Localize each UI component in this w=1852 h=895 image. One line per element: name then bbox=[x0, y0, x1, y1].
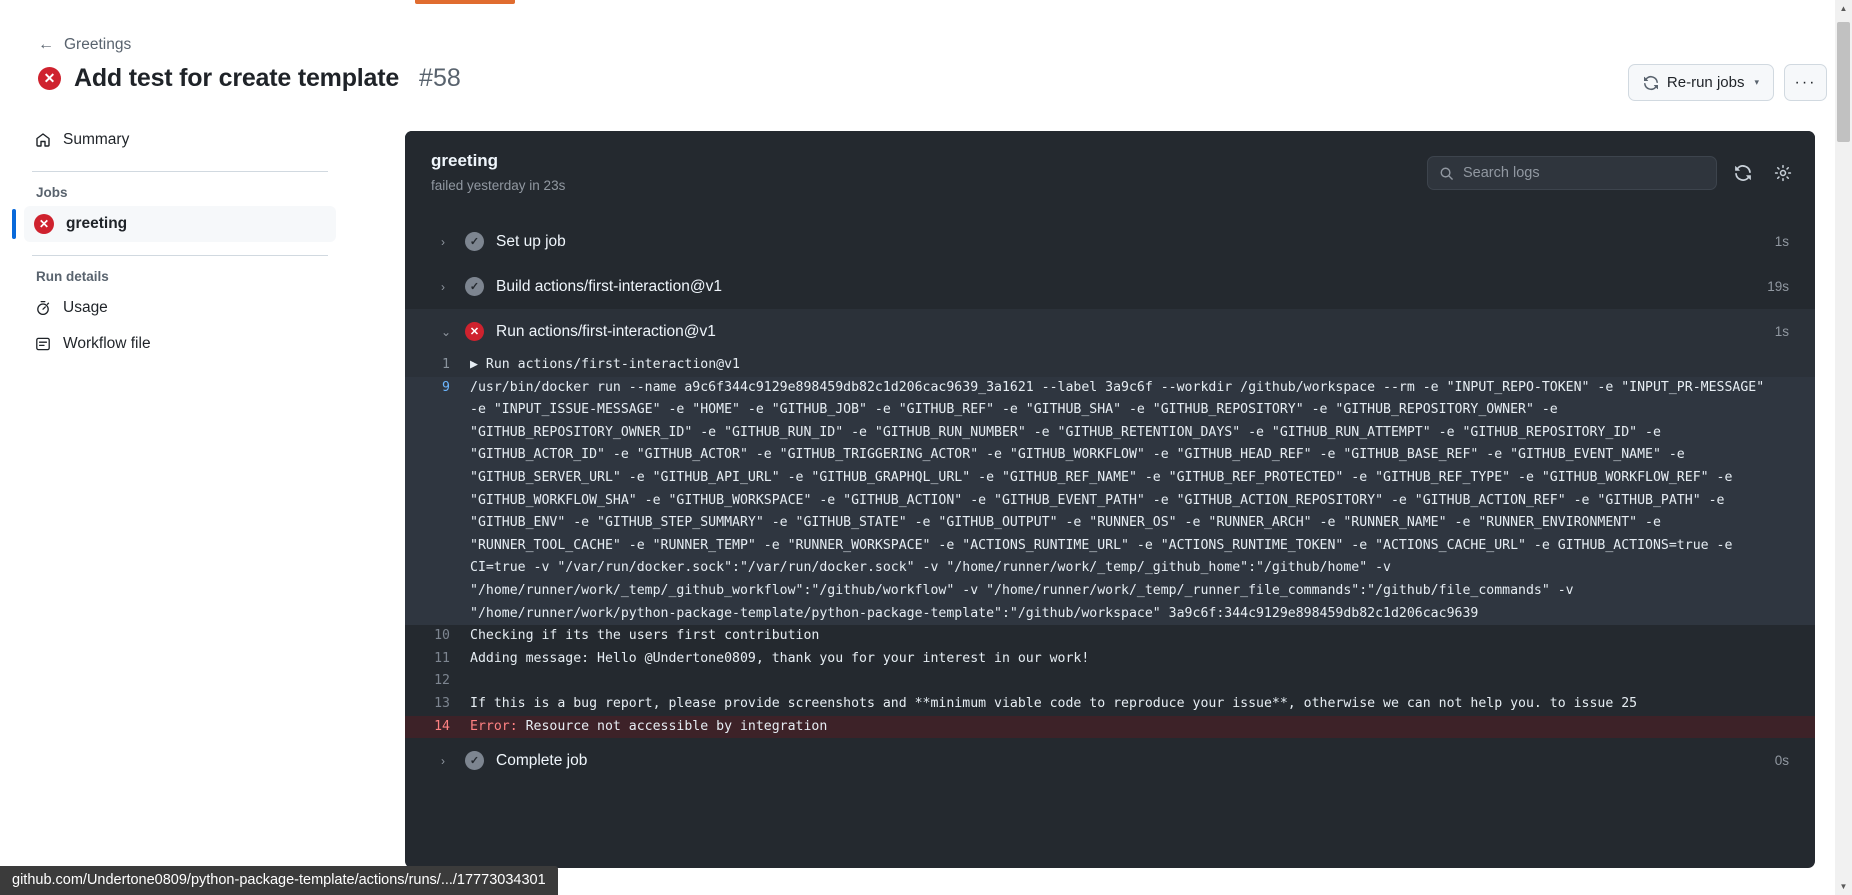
log-panel-subtitle: failed yesterday in 23s bbox=[431, 178, 566, 193]
log-line-number: 12 bbox=[434, 673, 450, 689]
step-label: Complete job bbox=[496, 751, 588, 769]
step-row[interactable]: › ✓ Complete job 0s bbox=[405, 738, 1815, 783]
log-line-number: 11 bbox=[434, 650, 450, 666]
search-logs-input[interactable] bbox=[1463, 165, 1705, 181]
breadcrumb[interactable]: ← Greetings bbox=[38, 36, 131, 54]
page-header: ← Greetings ✕ Add test for create templa… bbox=[0, 6, 1852, 110]
page-scrollbar[interactable]: ▲ ▼ bbox=[1835, 0, 1852, 895]
gear-icon[interactable] bbox=[1769, 159, 1797, 187]
step-success-icon: ✓ bbox=[465, 232, 484, 251]
log-line-text: If this is a bug report, please provide … bbox=[470, 695, 1638, 711]
log-line-text: Adding message: Hello @Undertone0809, th… bbox=[470, 650, 1090, 666]
home-icon bbox=[34, 132, 51, 149]
workflow-file-icon bbox=[34, 336, 51, 353]
step-duration: 1s bbox=[1774, 324, 1789, 339]
steps-container: › ✓ Set up job 1s › ✓ Build actions/first-inte… bbox=[405, 219, 1815, 783]
run-title-row: ✕ Add test for create template #58 bbox=[38, 64, 461, 93]
step-duration: 1s bbox=[1774, 234, 1789, 249]
log-line-text: Checking if its the users first contribu… bbox=[470, 628, 820, 644]
search-icon bbox=[1439, 166, 1454, 181]
sidebar-item-summary-label: Summary bbox=[63, 131, 130, 148]
run-status-failure-icon: ✕ bbox=[38, 67, 61, 90]
page-title: Add test for create template bbox=[74, 64, 400, 92]
scroll-down-arrow[interactable]: ▼ bbox=[1835, 878, 1852, 895]
sidebar-divider-1 bbox=[32, 171, 328, 172]
status-bar-url: github.com/Undertone0809/python-package-… bbox=[0, 866, 558, 895]
stopwatch-icon bbox=[34, 300, 51, 317]
sidebar-item-job-label: greeting bbox=[66, 215, 128, 232]
sidebar-heading-run-details: Run details bbox=[36, 269, 109, 284]
log-line-number: 9 bbox=[442, 379, 450, 395]
step-duration: 19s bbox=[1767, 279, 1789, 294]
step-duration: 0s bbox=[1774, 753, 1789, 769]
chevron-right-icon: › bbox=[441, 753, 445, 768]
log-line-number: 13 bbox=[434, 695, 450, 711]
log-line-text bbox=[470, 670, 1789, 693]
log-line: 11 Adding message: Hello @Undertone0809, … bbox=[405, 648, 1815, 671]
step-row[interactable]: › ✓ Set up job 1s bbox=[405, 219, 1815, 264]
step-label: Build actions/first-interaction@v1 bbox=[496, 277, 722, 295]
log-line: 14 Error: Resource not accessible by inte… bbox=[405, 715, 1815, 739]
sidebar-item-workflow-file[interactable]: Workflow file bbox=[24, 326, 336, 362]
scrollbar-thumb[interactable] bbox=[1837, 22, 1850, 142]
sidebar-item-summary[interactable]: Summary bbox=[24, 122, 336, 158]
log-line-number: 14 bbox=[434, 718, 450, 734]
sidebar-item-job-greeting[interactable]: ✕ greeting bbox=[12, 206, 336, 242]
step-label: Run actions/first-interaction@v1 bbox=[496, 322, 716, 340]
more-options-button[interactable]: ··· bbox=[1784, 64, 1827, 101]
step-label: Set up job bbox=[496, 232, 566, 250]
log-line-number: 10 bbox=[434, 628, 450, 644]
log-line-text: ▶ Run actions/first-interaction@v1 bbox=[470, 357, 740, 372]
arrow-left-icon: ← bbox=[38, 36, 54, 53]
step-row[interactable]: ⌄ ✕ Run actions/first-interaction@v1 1s bbox=[405, 309, 1815, 354]
log-panel-header: greeting failed yesterday in 23s bbox=[405, 131, 1815, 219]
run-number: #58 bbox=[419, 64, 461, 92]
rerun-jobs-label: Re-run jobs bbox=[1666, 74, 1745, 91]
sidebar: Summary Jobs ✕ greeting Run details Usag… bbox=[0, 122, 362, 362]
step-failure-icon: ✕ bbox=[465, 322, 484, 341]
log-output: 1 ▶ Run actions/first-interaction@v1 9/usr… bbox=[405, 354, 1815, 739]
sidebar-item-usage[interactable]: Usage bbox=[24, 290, 336, 326]
chevron-down-icon: ▾ bbox=[1754, 77, 1759, 87]
log-panel-title: greeting bbox=[431, 151, 499, 170]
log-line-text: Error: Resource not accessible by integr… bbox=[470, 718, 828, 734]
log-group-triangle-icon[interactable]: ▶ bbox=[470, 357, 486, 372]
log-line: 10 Checking if its the users first contri… bbox=[405, 625, 1815, 648]
log-line: 13 If this is a bug report, please provid… bbox=[405, 693, 1815, 716]
log-error-keyword: Error: bbox=[470, 718, 518, 734]
log-line: 9/usr/bin/docker run --name a9c6f344c912… bbox=[405, 376, 1815, 626]
sidebar-divider-2 bbox=[32, 255, 328, 256]
step-row[interactable]: › ✓ Build actions/first-interaction@v1 19s bbox=[405, 264, 1815, 309]
log-line: 1 ▶ Run actions/first-interaction@v1 bbox=[405, 354, 1815, 377]
sidebar-heading-jobs: Jobs bbox=[36, 185, 68, 200]
breadcrumb-label: Greetings bbox=[64, 36, 132, 53]
job-status-failure-icon: ✕ bbox=[34, 214, 54, 234]
sidebar-item-workflow-file-label: Workflow file bbox=[63, 335, 151, 352]
chevron-right-icon: › bbox=[441, 234, 445, 249]
step-success-icon: ✓ bbox=[465, 277, 484, 296]
log-panel-tools bbox=[1427, 156, 1797, 190]
step-success-icon: ✓ bbox=[465, 751, 484, 771]
refresh-logs-icon[interactable] bbox=[1729, 159, 1757, 187]
scroll-up-arrow[interactable]: ▲ bbox=[1835, 0, 1852, 17]
active-tab-underline bbox=[415, 0, 515, 4]
log-line-text: /usr/bin/docker run --name a9c6f344c9129… bbox=[470, 379, 1773, 621]
search-logs-box[interactable] bbox=[1427, 156, 1717, 190]
log-panel: greeting failed yesterday in 23s Search … bbox=[405, 131, 1815, 868]
chevron-right-icon: › bbox=[441, 279, 445, 294]
log-line-number: 1 bbox=[442, 357, 450, 372]
chevron-down-icon: ⌄ bbox=[441, 324, 452, 339]
header-actions: Re-run jobs ▾ ··· bbox=[1627, 64, 1827, 101]
rerun-jobs-button[interactable]: Re-run jobs ▾ bbox=[1627, 64, 1774, 101]
sidebar-item-usage-label: Usage bbox=[63, 299, 108, 316]
sync-icon bbox=[1643, 75, 1659, 91]
log-line: 12 bbox=[405, 670, 1815, 693]
